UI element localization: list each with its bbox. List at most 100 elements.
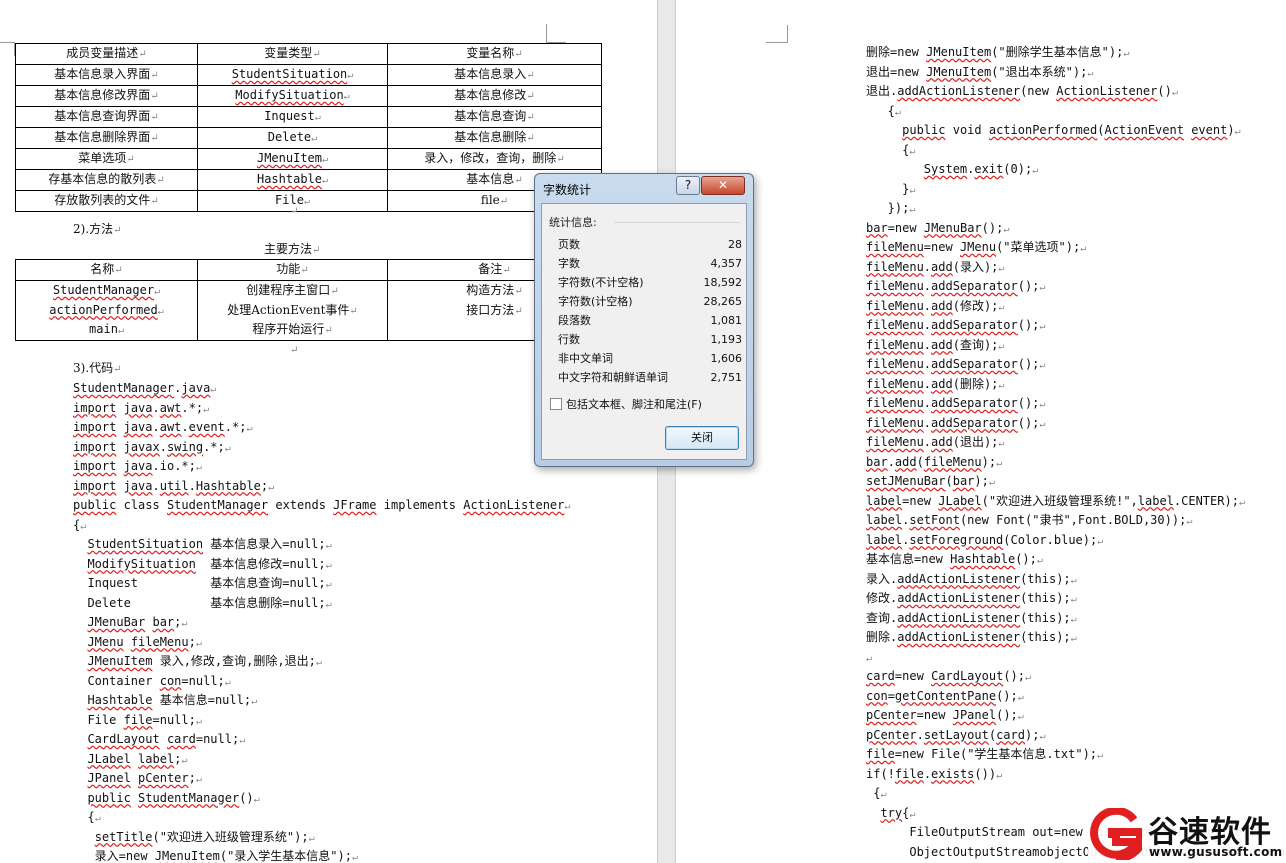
checkbox-box[interactable]: [550, 398, 562, 410]
stat-label: 行数: [558, 333, 580, 346]
code-line: fileMenu.addSeparator();↵: [866, 357, 1046, 371]
stat-value: 1,193: [710, 333, 743, 346]
stat-value: 18,592: [703, 276, 743, 289]
table-cell: Inquest↵: [197, 106, 388, 128]
section-code-heading: 3).代码↵: [73, 361, 122, 375]
stat-row: 字数 4,357: [558, 254, 742, 273]
table-cell: Hashtable↵: [197, 169, 388, 191]
help-button[interactable]: ?: [676, 176, 700, 195]
code-line: 录入=new JMenuItem("录入学生基本信息");↵: [73, 849, 359, 863]
code-line: import java.awt.event.*;↵: [73, 420, 253, 434]
code-line: Hashtable 基本信息=null;↵: [87, 693, 258, 707]
code-line: 查询.addActionListener(this);↵: [866, 610, 1077, 625]
stat-label: 字符数(不计空格): [558, 276, 644, 289]
stat-label: 字符数(计空格): [558, 295, 633, 308]
table-header-cell: 变量类型↵: [197, 43, 388, 65]
code-line: 退出.addActionListener(new ActionListener(…: [866, 84, 1178, 98]
stat-row: 段落数 1,081: [558, 311, 742, 330]
code-line: File file=null;↵: [87, 712, 202, 727]
table-row: 基本信息修改界面↵ ModifySituation↵ 基本信息修改↵: [15, 85, 602, 107]
word-count-dialog: 字数统计 ? ✕ 统计信息: 页数 28 字数 4,357 字符数(不计空格) 18,59…: [534, 173, 754, 467]
code-line: setJMenuBar(bar);↵: [866, 474, 995, 488]
table-cell-line: main↵: [89, 322, 124, 336]
table-cell: 基本信息删除↵: [387, 127, 602, 149]
code-line: {↵: [866, 142, 916, 157]
watermark-url: www.gususoft.com: [1149, 845, 1283, 859]
stat-value: 4,357: [710, 257, 743, 270]
stat-value: 1,081: [710, 314, 743, 327]
stat-row: 页数 28: [558, 235, 742, 254]
code-line: fileMenu.addSeparator();↵: [866, 396, 1046, 410]
code-line: card=new CardLayout();↵: [866, 669, 1032, 683]
code-line: });↵: [866, 201, 916, 215]
table-header-cell: 成员变量描述↵: [15, 43, 198, 65]
title-close-button[interactable]: ✕: [701, 176, 745, 195]
table-cell: 菜单选项↵: [15, 148, 198, 170]
code-line: import java.io.*;↵: [73, 459, 202, 473]
table-header-cell: 功能↵: [197, 259, 388, 281]
code-line: StudentManager.java↵: [73, 381, 217, 395]
code-line: fileMenu.addSeparator();↵: [866, 279, 1046, 293]
table-cell-line: 处理ActionEvent事件↵: [227, 302, 358, 317]
table-cell: 基本信息修改界面↵: [15, 85, 198, 107]
stat-row: 非中文单词 1,606: [558, 349, 742, 368]
stat-row: 字符数(计空格) 28,265: [558, 292, 742, 311]
close-icon: ✕: [717, 178, 729, 192]
table-row: 存放散列表的文件↵ File↵ file↵: [15, 190, 602, 212]
code-line: fileMenu=new JMenu("菜单选项");↵: [866, 240, 1087, 254]
code-line: fileMenu.add(退出);↵: [866, 435, 1005, 449]
close-button[interactable]: 关闭: [665, 426, 739, 450]
table-row: 存基本信息的散列表↵ Hashtable↵ 基本信息↵: [15, 169, 602, 191]
stat-value: 28: [728, 238, 742, 251]
stat-label: 非中文单词: [558, 352, 613, 365]
table-cell: 基本信息修改↵: [387, 85, 602, 107]
stat-row: 中文字符和朝鲜语单词 2,751: [558, 368, 742, 387]
table-row: 菜单选项↵ JMenuItem↵ 录入，修改，查询，删除↵: [15, 148, 602, 170]
stat-value: 28,265: [703, 295, 743, 308]
code-line: import java.util.Hashtable;↵: [73, 478, 275, 493]
table-cell: 基本信息录入界面↵: [15, 64, 198, 86]
code-line: 录入.addActionListener(this);↵: [866, 571, 1077, 586]
code-line: JMenu fileMenu;↵: [87, 634, 202, 649]
table-cell: 基本信息查询界面↵: [15, 106, 198, 128]
stats-group-label: 统计信息:: [549, 216, 597, 229]
table-cell: ModifySituation↵: [197, 85, 388, 107]
code-line: JLabel label;↵: [87, 751, 188, 766]
code-line: System.exit(0);↵: [923, 162, 1039, 176]
methods-table-caption: 主要方法↵: [264, 242, 321, 256]
code-line: import javax.swing.*;↵: [73, 439, 231, 454]
stat-row: 行数 1,193: [558, 330, 742, 349]
code-line: }↵: [866, 181, 916, 196]
code-line: {↵: [73, 517, 87, 532]
code-line: {↵: [866, 103, 901, 118]
code-line: pCenter=new JPanel();↵: [866, 708, 1024, 722]
code-line: public void actionPerformed(ActionEvent …: [902, 123, 1241, 137]
logo-g-icon: [1090, 808, 1142, 860]
table-row: 基本信息查询界面↵ Inquest↵ 基本信息查询↵: [15, 106, 602, 128]
code-line: label.setForeground(Color.blue);↵: [866, 532, 1104, 547]
table-row: 基本信息删除界面↵ Delete↵ 基本信息删除↵: [15, 127, 602, 149]
code-line: StudentSituation 基本信息录入=null;↵: [87, 537, 332, 551]
document-page-right: 删除=new JMenuItem("删除学生基本信息");↵ 退出=new JMe…: [676, 0, 1286, 863]
code-line: public class StudentManager extends JFra…: [73, 498, 571, 512]
table-cell: 存放散列表的文件↵: [15, 190, 198, 212]
table-row: 基本信息录入界面↵ StudentSituation↵ 基本信息录入↵: [15, 64, 602, 86]
include-textboxes-checkbox[interactable]: 包括文本框、脚注和尾注(F): [550, 396, 702, 412]
code-line: JMenuBar bar;↵: [87, 615, 188, 629]
member-variable-table: 成员变量描述↵ 变量类型↵ 变量名称↵ 基本信息录入界面↵ StudentSituati…: [15, 43, 602, 212]
code-line: ↵: [866, 652, 873, 664]
code-line: con=getContentPane();↵: [866, 688, 1024, 703]
table-header-cell: 名称↵: [15, 259, 198, 281]
code-line: bar.add(fileMenu);↵: [866, 454, 1003, 469]
code-line: JPanel pCenter;↵: [87, 771, 202, 785]
code-line: 退出=new JMenuItem("退出本系统");↵: [866, 64, 1094, 79]
table-cell: 基本信息删除界面↵: [15, 127, 198, 149]
code-line: label=new JLabel("欢迎进入班级管理系统!",label.CEN…: [866, 493, 1245, 508]
code-line: {↵: [866, 786, 887, 800]
code-line: 基本信息=new Hashtable();↵: [866, 552, 1043, 566]
table-cell-line: 程序开始运行↵: [252, 322, 333, 336]
table-header-cell: 变量名称↵: [387, 43, 602, 65]
table-cell-line: actionPerformed↵: [49, 302, 164, 317]
table-cell-line: 创建程序主窗口↵: [246, 283, 339, 297]
help-icon: ?: [684, 178, 692, 192]
